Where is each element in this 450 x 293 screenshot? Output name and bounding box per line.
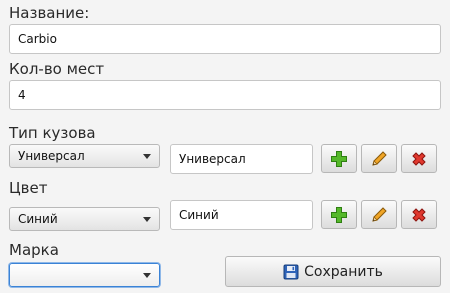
save-button[interactable]: Сохранить <box>225 256 441 287</box>
body-type-delete-button[interactable] <box>401 144 437 173</box>
color-select-value: Синий <box>18 212 58 226</box>
chevron-down-icon <box>143 217 151 222</box>
body-type-edit-button[interactable] <box>361 144 397 173</box>
seats-label: Кол-во мест <box>9 60 105 78</box>
save-button-label: Сохранить <box>304 263 383 280</box>
color-add-button[interactable] <box>321 200 357 229</box>
body-type-input[interactable]: Универсал <box>170 144 313 174</box>
color-input[interactable]: Синий <box>170 200 313 230</box>
delete-x-icon <box>412 207 426 222</box>
pencil-icon <box>372 206 387 222</box>
color-select[interactable]: Синий <box>9 207 160 231</box>
delete-x-icon <box>412 151 426 166</box>
chevron-down-icon <box>143 154 151 159</box>
plus-icon <box>331 150 347 167</box>
pencil-icon <box>372 150 387 166</box>
color-label: Цвет <box>9 179 48 197</box>
color-delete-button[interactable] <box>401 200 437 229</box>
brand-select[interactable] <box>9 263 160 287</box>
body-type-select[interactable]: Универсал <box>9 144 160 168</box>
brand-label: Марка <box>9 241 59 259</box>
plus-icon <box>331 206 347 223</box>
body-type-add-button[interactable] <box>321 144 357 173</box>
color-edit-button[interactable] <box>361 200 397 229</box>
chevron-down-icon <box>143 273 151 278</box>
floppy-disk-icon <box>283 264 299 279</box>
seats-input[interactable]: 4 <box>9 80 441 110</box>
name-label: Название: <box>9 4 90 22</box>
name-input[interactable]: Carbio <box>9 24 441 54</box>
body-type-label: Тип кузова <box>9 124 96 142</box>
body-type-select-value: Универсал <box>18 149 85 163</box>
